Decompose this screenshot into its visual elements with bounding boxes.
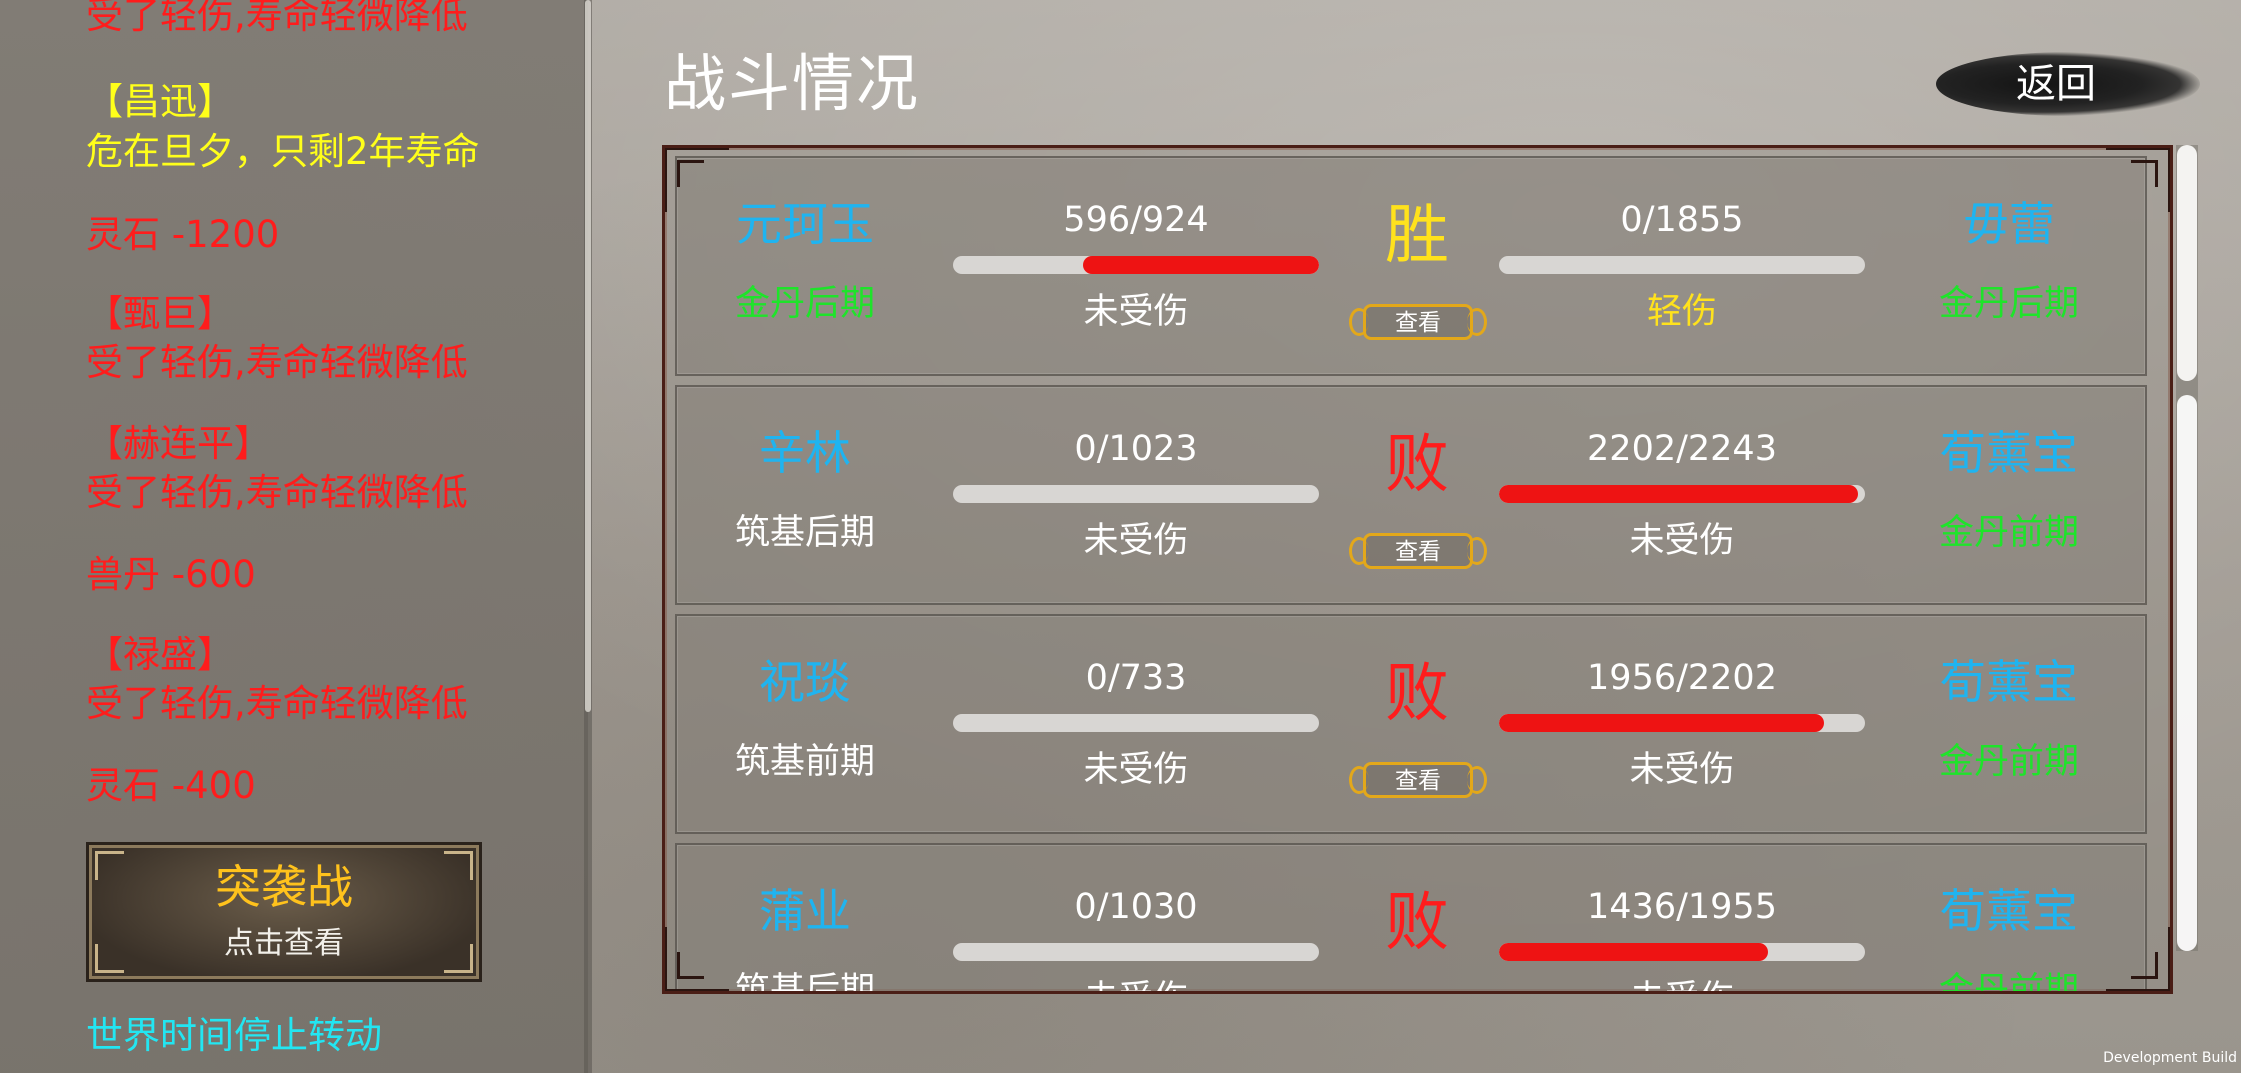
view-button-label: 查看 (1395, 768, 1441, 794)
log-line: 【禄盛】 (86, 633, 234, 676)
page-title: 战斗情况 (664, 47, 921, 120)
attacker-name: 辛林 (759, 426, 851, 480)
defender-hp-bar (1499, 256, 1865, 274)
frame-corner-ornament-icon (665, 927, 729, 991)
battle-result: 胜 (1385, 199, 1449, 273)
defender-hp-text: 2202/2243 (1587, 429, 1777, 469)
raid-button-title: 突袭战 (215, 860, 353, 914)
attacker-hp-text: 0/1023 (1074, 429, 1198, 469)
attacker-realm: 筑基前期 (734, 742, 875, 782)
log-line: 【赫连平】 (86, 422, 271, 465)
defender-name: 荀薰宝 (1940, 426, 2078, 480)
hp-bar-fill (1082, 256, 1319, 274)
defender-hp-bar (1499, 485, 1865, 503)
raid-battle-button[interactable]: 突袭战 点击查看 (86, 842, 482, 982)
view-button-label: 查看 (1349, 993, 1487, 994)
hp-bar-fill (1499, 485, 1859, 503)
attacker-hp-text: 0/733 (1085, 658, 1187, 698)
battle-log-panel[interactable]: 受了轻伤,寿命轻微降低 【昌迅】 危在旦夕，只剩2年寿命 灵石 -1200 【甄… (0, 0, 588, 1073)
development-build-label: Development Build (2103, 1050, 2237, 1066)
defender-hp-bar (1499, 943, 1865, 961)
attacker-realm: 金丹后期 (734, 284, 875, 324)
raid-button-subtitle: 点击查看 (224, 926, 344, 961)
defender-hp-text: 1956/2202 (1587, 658, 1777, 698)
view-button-frame (1363, 991, 1473, 994)
defender-name: 荀薰宝 (1940, 655, 2078, 709)
world-time-status: 世界时间停止转动 (86, 1014, 382, 1057)
battle-result: 败 (1385, 657, 1449, 731)
defender-name: 荀薰宝 (1940, 884, 2078, 938)
hp-bar-fill (1499, 714, 1824, 732)
log-line: 【昌迅】 (86, 80, 234, 123)
defender-realm: 金丹前期 (1938, 971, 2079, 994)
attacker-hp-bar (953, 943, 1319, 961)
defender-hp-text: 0/1855 (1620, 200, 1744, 240)
attacker-status: 未受伤 (1083, 521, 1189, 561)
view-button-label: 查看 (1395, 539, 1441, 565)
log-line: 受了轻伤,寿命轻微降低 (86, 471, 468, 514)
view-battle-button[interactable]: 查看 (1349, 758, 1487, 804)
frame-corner-ornament-icon (2106, 148, 2170, 212)
defender-status: 未受伤 (1499, 977, 1865, 991)
log-line: 受了轻伤,寿命轻微降低 (86, 341, 468, 384)
battle-result: 败 (1385, 886, 1449, 960)
battle-row: 祝琰 筑基前期 0/733 未受伤 败 查看 1956/2202 未受伤 荀薰宝… (675, 614, 2147, 834)
view-button-label: 查看 (1395, 310, 1441, 336)
log-line: 危在旦夕，只剩2年寿命 (86, 130, 480, 173)
battle-list-scrollbar-thumb[interactable] (2177, 145, 2197, 381)
defender-realm: 金丹前期 (1938, 742, 2079, 782)
attacker-status: 未受伤 (953, 977, 1319, 991)
log-line: 兽丹 -600 (86, 553, 256, 596)
battle-row: 辛林 筑基后期 0/1023 未受伤 败 查看 2202/2243 未受伤 荀薰… (675, 385, 2147, 605)
attacker-realm: 筑基后期 (734, 513, 875, 553)
defender-hp-text: 1436/1955 (1587, 887, 1777, 927)
battle-list[interactable]: 元珂玉 金丹后期 596/924 未受伤 胜 查看 0/1855 轻伤 毋蕾 金… (662, 145, 2173, 994)
defender-name: 毋蕾 (1963, 197, 2055, 251)
log-line: 受了轻伤,寿命轻微降低 (86, 0, 468, 37)
attacker-hp-bar (953, 714, 1319, 732)
defender-status: 未受伤 (1629, 521, 1735, 561)
back-button-label: 返回 (2016, 61, 2096, 107)
log-line: 【甄巨】 (86, 292, 234, 335)
attacker-hp-text: 0/1030 (1074, 887, 1198, 927)
battle-row: 蒲业 筑基后期 0/1030 未受伤 败 查看 1436/1955 未受伤 荀薰… (675, 843, 2147, 994)
defender-hp-bar (1499, 714, 1865, 732)
attacker-name: 祝琰 (759, 655, 851, 709)
log-line: 灵石 -1200 (86, 213, 280, 256)
battle-result: 败 (1385, 428, 1449, 502)
view-battle-button[interactable]: 查看 (1349, 987, 1487, 994)
frame-corner-ornament-icon (2106, 927, 2170, 991)
log-line: 受了轻伤,寿命轻微降低 (86, 682, 468, 725)
back-button[interactable]: 返回 (1936, 42, 2200, 126)
battle-row: 元珂玉 金丹后期 596/924 未受伤 胜 查看 0/1855 轻伤 毋蕾 金… (675, 156, 2147, 376)
hp-bar-fill (1499, 943, 1768, 961)
defender-status: 未受伤 (1629, 750, 1735, 790)
defender-realm: 金丹后期 (1938, 284, 2079, 324)
defender-realm: 金丹前期 (1938, 513, 2079, 553)
log-scrollbar-thumb[interactable] (585, 0, 591, 712)
attacker-hp-bar (953, 485, 1319, 503)
frame-corner-ornament-icon (665, 148, 729, 212)
attacker-hp-text: 596/924 (1063, 200, 1209, 240)
attacker-status: 未受伤 (1083, 292, 1189, 332)
attacker-status: 未受伤 (1083, 750, 1189, 790)
battle-list-scrollbar-track[interactable] (2177, 395, 2197, 951)
view-battle-button[interactable]: 查看 (1349, 300, 1487, 346)
attacker-hp-bar (953, 256, 1319, 274)
log-line: 灵石 -400 (86, 764, 256, 807)
view-battle-button[interactable]: 查看 (1349, 529, 1487, 575)
defender-status: 轻伤 (1646, 292, 1717, 332)
